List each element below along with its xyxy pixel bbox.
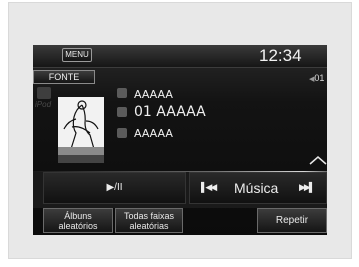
artist-icon bbox=[117, 88, 127, 98]
shuffle-albums-button[interactable]: Álbuns aleatórios bbox=[43, 208, 113, 233]
shuffle-albums-line2: aleatórios bbox=[58, 221, 98, 231]
repeat-button[interactable]: Repetir bbox=[257, 208, 327, 233]
play-pause-button[interactable]: ▶/II bbox=[43, 172, 186, 204]
shuffle-all-line2: aleatórias bbox=[129, 221, 169, 231]
album-art bbox=[58, 97, 104, 163]
music-category-button[interactable]: ▌◀◀ Música ▶▶▌ bbox=[189, 172, 327, 204]
clock: 12:34 bbox=[259, 46, 302, 65]
expand-chevron-icon[interactable] bbox=[309, 155, 327, 165]
menu-button[interactable]: MENU bbox=[62, 48, 92, 62]
track-text: 01 AAAAA bbox=[134, 104, 206, 120]
category-label: Música bbox=[234, 180, 279, 196]
fonte-button[interactable]: FONTE bbox=[33, 70, 95, 84]
shuffle-all-line1: Todas faixas bbox=[123, 211, 175, 221]
album-art-image bbox=[58, 97, 104, 163]
album-text: AAAAA bbox=[134, 127, 173, 140]
ipod-icon bbox=[37, 87, 51, 99]
skip-next-icon[interactable]: ▶▶▌ bbox=[299, 182, 315, 193]
audio-screen: MENU 12:34 FONTE ◀01 iPod AAAAA 01 AAAAA… bbox=[33, 45, 327, 235]
skip-previous-icon[interactable]: ▌◀◀ bbox=[201, 182, 217, 193]
disc-number-text: 01 bbox=[314, 73, 325, 83]
shuffle-all-button[interactable]: Todas faixas aleatórias bbox=[115, 208, 183, 233]
album-icon bbox=[117, 128, 127, 138]
song-icon bbox=[117, 107, 127, 117]
shuffle-albums-line1: Álbuns bbox=[64, 211, 92, 221]
disc-number: ◀01 bbox=[309, 73, 324, 83]
top-bar: MENU 12:34 bbox=[33, 45, 327, 68]
device-label: iPod bbox=[35, 100, 52, 109]
artist-text: AAAAA bbox=[134, 88, 173, 101]
